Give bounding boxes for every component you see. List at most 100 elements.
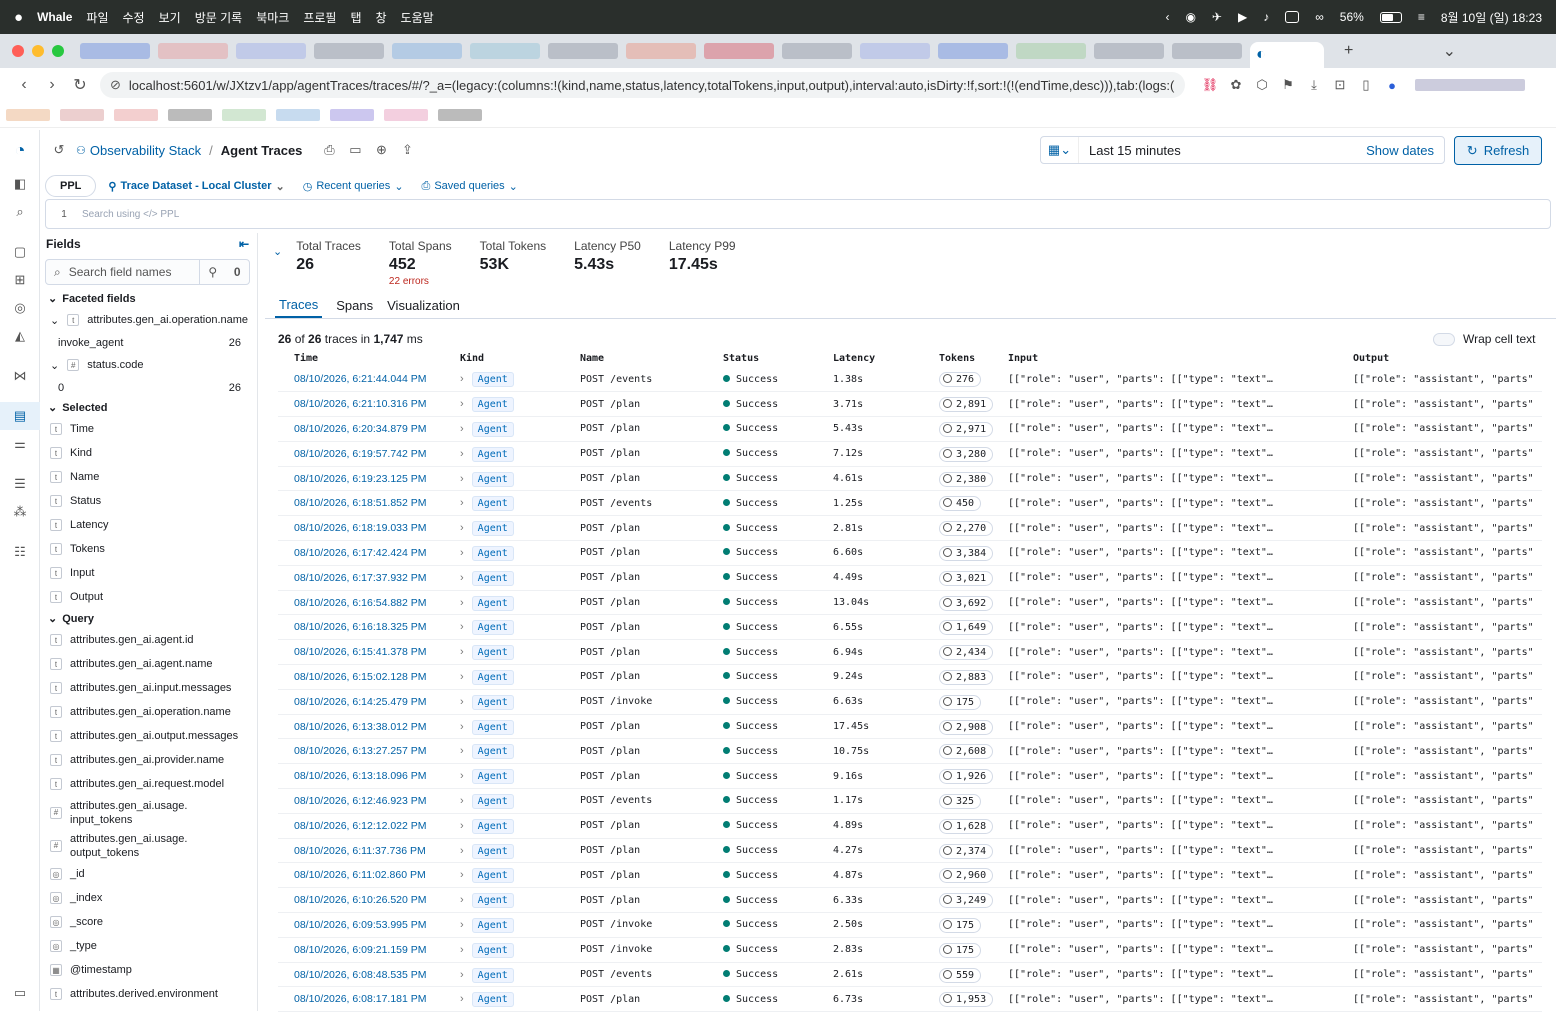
expand-row-icon[interactable]: › xyxy=(460,869,472,881)
col-kind[interactable]: Kind xyxy=(460,350,580,367)
expand-row-icon[interactable]: › xyxy=(460,745,472,757)
recent-queries-button[interactable]: ◷ Recent queries ⌄ xyxy=(303,180,404,193)
col-status[interactable]: Status xyxy=(723,350,833,367)
cell-time[interactable]: 08/10/2026, 6:11:02.860 PM xyxy=(278,862,460,889)
clock[interactable]: 8월 10일 (일) 18:23 xyxy=(1441,9,1542,26)
discover-icon[interactable]: ▤ xyxy=(0,402,40,430)
bookmark-item[interactable] xyxy=(6,108,50,121)
cell-time[interactable]: 08/10/2026, 6:09:53.995 PM xyxy=(278,912,460,938)
cell-time[interactable]: 08/10/2026, 6:14:25.479 PM xyxy=(278,689,460,715)
field-item[interactable]: t Name xyxy=(40,465,255,489)
resize-handle[interactable] xyxy=(257,233,263,1011)
bookmark-item[interactable] xyxy=(438,108,482,121)
table-row[interactable]: 08/10/2026, 6:17:42.424 PM › Agent POST /pl… xyxy=(278,540,1542,566)
expand-row-icon[interactable]: › xyxy=(460,696,472,708)
dock-icon[interactable]: ▭ xyxy=(0,979,40,1007)
control-center-icon[interactable]: ≡ xyxy=(1418,10,1425,24)
field-item[interactable]: ◎ _index xyxy=(40,886,255,910)
table-row[interactable]: 08/10/2026, 6:08:48.535 PM › Agent POST /ev… xyxy=(278,962,1542,988)
field-item[interactable]: t Latency xyxy=(40,513,255,537)
refresh-button[interactable]: ↻ Refresh xyxy=(1454,136,1542,165)
bird-icon[interactable]: ✈ xyxy=(1212,10,1222,24)
expand-row-icon[interactable]: › xyxy=(460,820,472,832)
field-item[interactable]: t attributes.gen_ai.request.model xyxy=(40,772,255,796)
share-icon[interactable]: ⇪ xyxy=(394,142,420,158)
breadcrumb-parent[interactable]: Observability Stack xyxy=(90,143,201,158)
facet-value[interactable]: 0 26 xyxy=(40,377,255,398)
query-editor[interactable]: 1 Search using </> PPL xyxy=(45,199,1551,229)
puzzle-icon[interactable]: ⬡ xyxy=(1249,77,1275,93)
cell-time[interactable]: 08/10/2026, 6:09:21.159 PM xyxy=(278,937,460,963)
cell-time[interactable]: 08/10/2026, 6:21:44.044 PM xyxy=(278,367,460,393)
back-icon[interactable]: ‹ xyxy=(10,76,38,94)
cell-time[interactable]: 08/10/2026, 6:17:42.424 PM xyxy=(278,540,460,566)
cell-time[interactable]: 08/10/2026, 6:16:54.882 PM xyxy=(278,590,460,616)
browser-tab[interactable] xyxy=(314,43,384,59)
save-icon[interactable]: ⎙ xyxy=(316,142,342,158)
cell-time[interactable]: 08/10/2026, 6:13:18.096 PM xyxy=(278,763,460,790)
app-menu[interactable]: Whale xyxy=(37,10,72,24)
expand-row-icon[interactable]: › xyxy=(460,721,472,733)
expand-row-icon[interactable]: › xyxy=(460,894,472,906)
table-row[interactable]: 08/10/2026, 6:16:18.325 PM › Agent POST /pl… xyxy=(278,614,1542,641)
menu-bookmarks[interactable]: 북마크 xyxy=(256,9,289,26)
time-picker[interactable]: ▦⌄ Last 15 minutes Show dates xyxy=(1040,136,1445,164)
share-icon[interactable]: ⋈ xyxy=(0,362,40,390)
field-item[interactable]: ⌄ # status.code xyxy=(40,353,255,377)
field-item[interactable]: t attributes.gen_ai.input.messages xyxy=(40,676,255,700)
language-toggle[interactable]: PPL xyxy=(45,175,97,197)
table-row[interactable]: 08/10/2026, 6:09:21.159 PM › Agent POST /in… xyxy=(278,937,1542,963)
minimize-window-button[interactable] xyxy=(32,45,44,57)
expand-row-icon[interactable]: › xyxy=(460,919,472,931)
table-row[interactable]: 08/10/2026, 6:13:27.257 PM › Agent POST /pl… xyxy=(278,738,1542,765)
cell-time[interactable]: 08/10/2026, 6:20:34.879 PM xyxy=(278,416,460,442)
field-item[interactable]: t Status xyxy=(40,489,255,513)
query-fields-section[interactable]: ⌄ Query xyxy=(40,609,255,628)
col-latency[interactable]: Latency xyxy=(833,350,939,367)
table-row[interactable]: 08/10/2026, 6:21:10.316 PM › Agent POST /pl… xyxy=(278,391,1542,418)
bookmark-item[interactable] xyxy=(276,108,320,121)
cell-time[interactable]: 08/10/2026, 6:12:46.923 PM xyxy=(278,788,460,814)
field-item[interactable]: t attributes.gen_ai.agent.id xyxy=(40,628,255,652)
menu-file[interactable]: 파일 xyxy=(86,9,108,26)
mute-icon[interactable]: ♪ xyxy=(1263,10,1269,24)
menu-edit[interactable]: 수정 xyxy=(123,9,145,26)
field-item[interactable]: t attributes.gen_ai.output.messages xyxy=(40,724,255,748)
cell-time[interactable]: 08/10/2026, 6:19:57.742 PM xyxy=(278,441,460,467)
expand-row-icon[interactable]: › xyxy=(460,373,472,385)
field-item[interactable]: ◎ _type xyxy=(40,934,255,958)
field-search-input[interactable]: ⌕ Search field names ⚲ 0 xyxy=(45,259,250,285)
battery-icon[interactable] xyxy=(1379,11,1402,23)
field-item[interactable]: ◎ _score xyxy=(40,910,255,934)
expand-row-icon[interactable]: › xyxy=(460,473,472,485)
table-row[interactable]: 08/10/2026, 6:19:57.742 PM › Agent POST /pl… xyxy=(278,441,1542,467)
menu-window[interactable]: 창 xyxy=(375,9,386,26)
field-item[interactable]: ◎ _id xyxy=(40,862,255,886)
forward-icon[interactable]: › xyxy=(38,76,66,94)
flag-icon[interactable]: ⚑ xyxy=(1275,77,1301,93)
panel-icon[interactable]: ◧ xyxy=(0,170,40,198)
browser-tab[interactable] xyxy=(1016,43,1086,59)
cell-time[interactable]: 08/10/2026, 6:10:26.520 PM xyxy=(278,887,460,914)
capture-icon[interactable]: ⊡ xyxy=(1327,77,1353,93)
expand-row-icon[interactable]: › xyxy=(460,795,472,807)
table-row[interactable]: 08/10/2026, 6:18:19.033 PM › Agent POST /pl… xyxy=(278,515,1542,542)
cell-time[interactable]: 08/10/2026, 6:21:10.316 PM xyxy=(278,391,460,418)
zoom-window-button[interactable] xyxy=(52,45,64,57)
expand-row-icon[interactable]: › xyxy=(460,497,472,509)
document-icon[interactable]: ☰ xyxy=(0,470,40,498)
stack-icon[interactable]: ☷ xyxy=(0,538,40,566)
expand-row-icon[interactable]: › xyxy=(460,770,472,782)
link-icon[interactable]: ∞ xyxy=(1315,10,1324,24)
expand-row-icon[interactable]: › xyxy=(460,621,472,633)
menu-view[interactable]: 보기 xyxy=(159,9,181,26)
cell-time[interactable]: 08/10/2026, 6:13:38.012 PM xyxy=(278,714,460,740)
browser-tab[interactable] xyxy=(938,43,1008,59)
chart-icon[interactable]: ◭ xyxy=(0,322,40,350)
facet-value[interactable]: invoke_agent 26 xyxy=(40,332,255,353)
bookmark-item[interactable] xyxy=(384,108,428,121)
cell-time[interactable]: 08/10/2026, 6:15:02.128 PM xyxy=(278,664,460,690)
opensearch-logo-icon[interactable]: ◔ xyxy=(0,130,40,170)
menu-tab[interactable]: 탭 xyxy=(350,9,361,26)
expand-row-icon[interactable]: › xyxy=(460,448,472,460)
